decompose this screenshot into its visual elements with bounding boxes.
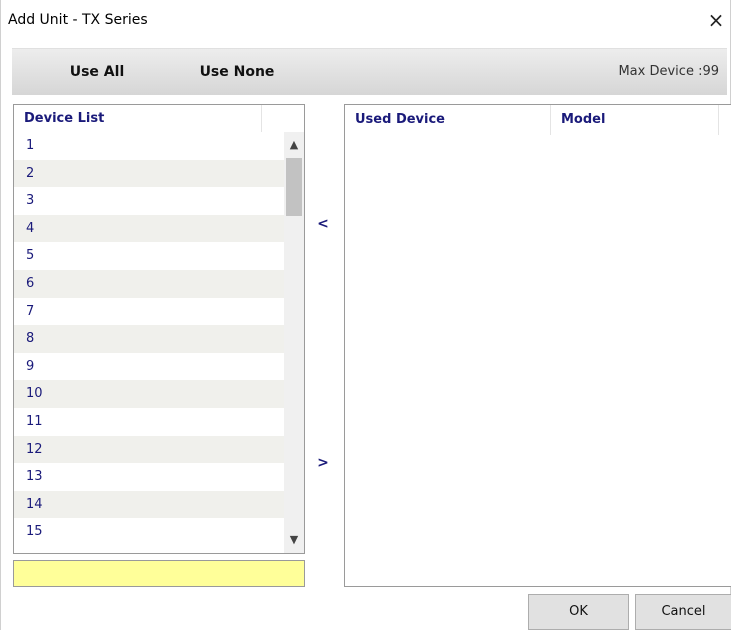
list-item[interactable]: 11 [14, 408, 288, 436]
list-item[interactable]: 7 [14, 298, 288, 326]
move-left-button[interactable]: < [314, 216, 332, 236]
device-input-field[interactable] [13, 560, 305, 587]
window-title: Add Unit - TX Series [8, 12, 148, 28]
list-item[interactable]: 15 [14, 518, 288, 546]
list-item[interactable]: 3 [14, 187, 288, 215]
device-list-scrollbar[interactable]: ▲ ▼ [284, 132, 304, 553]
close-icon[interactable]: × [705, 8, 727, 32]
add-unit-dialog: Add Unit - TX Series × Use All Use None … [0, 0, 731, 630]
move-right-button[interactable]: > [314, 455, 332, 475]
list-item[interactable]: 6 [14, 270, 288, 298]
device-list[interactable]: Device List 1 2 3 4 5 6 7 8 9 10 11 12 13 14 15 ▲ ▼ [13, 104, 305, 554]
list-item[interactable]: 13 [14, 463, 288, 491]
use-all-button[interactable]: Use All [52, 49, 142, 95]
list-item[interactable]: 1 [14, 132, 288, 160]
cancel-button[interactable]: Cancel [635, 594, 731, 630]
device-list-header: Device List [14, 105, 262, 132]
used-device-table[interactable]: Used Device Model [344, 104, 731, 587]
scroll-thumb[interactable] [286, 158, 302, 216]
list-item[interactable]: 14 [14, 490, 288, 519]
model-column-header[interactable]: Model [551, 105, 719, 135]
used-device-column-header[interactable]: Used Device [345, 105, 551, 135]
list-item[interactable]: 4 [14, 214, 288, 243]
list-item[interactable]: 9 [14, 353, 288, 381]
toolbar: Use All Use None Max Device :99 [12, 48, 727, 95]
list-item[interactable]: 5 [14, 242, 288, 270]
scroll-down-icon[interactable]: ▼ [284, 529, 304, 553]
list-item[interactable]: 8 [14, 325, 288, 353]
use-none-button[interactable]: Use None [187, 49, 287, 95]
max-device-label: Max Device :99 [618, 64, 719, 79]
list-item[interactable]: 10 [14, 380, 288, 408]
ok-button[interactable]: OK [528, 594, 629, 630]
list-item[interactable]: 2 [14, 159, 288, 188]
scroll-up-icon[interactable]: ▲ [284, 132, 304, 156]
list-item[interactable]: 12 [14, 435, 288, 464]
